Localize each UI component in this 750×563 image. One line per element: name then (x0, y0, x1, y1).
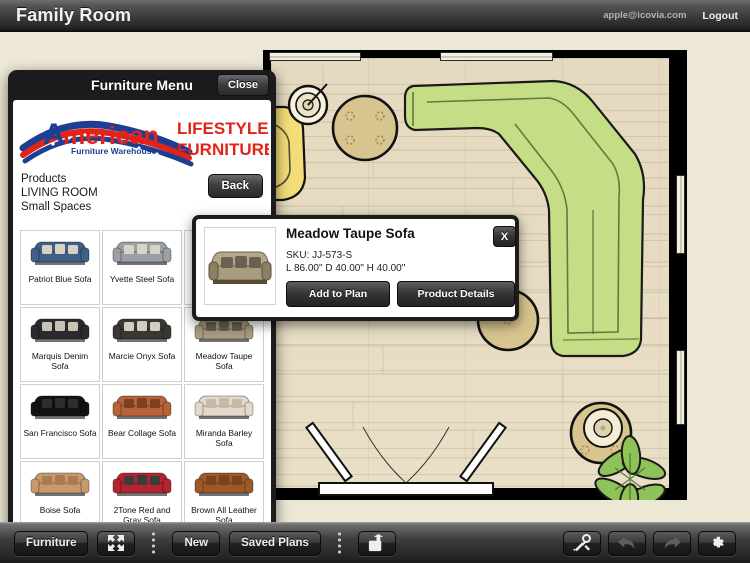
product-sku: SKU: JJ-573-S (286, 250, 353, 261)
gear-icon (708, 534, 726, 552)
expand-arrows-icon (106, 533, 126, 553)
settings-button[interactable] (698, 530, 736, 556)
product-detail-thumbnail (204, 227, 276, 305)
product-name-label: Yvette Steel Sofa (109, 274, 175, 284)
breadcrumb-line-3: Small Spaces (21, 201, 92, 213)
close-menu-button[interactable]: Close (217, 74, 269, 96)
product-cell[interactable]: Bear Collage Sofa (102, 384, 182, 459)
product-cell[interactable]: Miranda Barley Sofa (184, 384, 264, 459)
product-thumbnail (29, 467, 91, 501)
furniture-button[interactable]: Furniture (14, 530, 89, 556)
product-detail-actions: Add to Plan Product Details (286, 281, 515, 307)
brand-subtitle: Furniture Warehouse (71, 146, 156, 156)
user-email-label: apple@icovia.com (603, 10, 687, 21)
product-name-label: San Francisco Sofa (23, 428, 97, 438)
toolbar-separator (337, 530, 341, 556)
brand-tagline-2: FURNITURE (177, 140, 269, 159)
round-coffee-table (331, 94, 399, 162)
toolbar-button-label: Saved Plans (241, 537, 309, 549)
product-name-label: Meadow Taupe Sofa (195, 351, 253, 371)
header-right-group: apple@icovia.com Logout (603, 10, 738, 22)
fullscreen-button[interactable] (97, 530, 136, 556)
toolbar-separator (152, 530, 156, 556)
add-to-plan-button[interactable]: Add to Plan (286, 281, 390, 307)
tools-icon (572, 533, 592, 553)
product-thumbnail (193, 467, 255, 501)
new-plan-button[interactable]: New (172, 530, 221, 556)
product-dimensions: L 86.00" D 40.00" H 40.00" (286, 263, 406, 274)
toolbar-left-group: Furniture New Saved Plans (14, 530, 396, 556)
product-thumbnail (29, 390, 91, 424)
product-thumbnail (29, 236, 91, 270)
product-cell[interactable]: Marquis Denim Sofa (20, 307, 100, 382)
app-root: Family Room apple@icovia.com Logout Furn… (0, 0, 750, 563)
product-name-label: Marcie Onyx Sofa (108, 351, 176, 361)
toolbar-right-group (563, 530, 736, 556)
undo-button (608, 530, 646, 556)
product-name-label: Boise Sofa (39, 505, 81, 515)
top-header-bar: Family Room apple@icovia.com Logout (0, 0, 750, 32)
product-name-label: Patriot Blue Sofa (28, 274, 92, 284)
undo-icon (616, 534, 638, 552)
product-name-label: Bear Collage Sofa (108, 428, 176, 438)
furniture-menu-title: Furniture Menu (91, 77, 193, 93)
saved-plans-button[interactable]: Saved Plans (229, 530, 321, 556)
product-cell[interactable]: Patriot Blue Sofa (20, 230, 100, 305)
breadcrumb: Products LIVING ROOM Small Spaces Back (13, 172, 271, 214)
product-details-button[interactable]: Product Details (397, 281, 515, 307)
close-detail-button[interactable]: X (493, 226, 516, 247)
product-thumbnail (111, 390, 173, 424)
share-button[interactable] (357, 530, 396, 556)
product-detail-inner: Meadow Taupe Sofa SKU: JJ-573-S L 86.00"… (196, 219, 516, 317)
product-cell[interactable]: San Francisco Sofa (20, 384, 100, 459)
brand-initial: A (43, 118, 65, 151)
product-thumbnail (29, 313, 91, 347)
tools-button[interactable] (563, 530, 601, 556)
brand-logo: A merican Furniture Warehouse LIFESTYLE … (13, 100, 271, 172)
logout-link[interactable]: Logout (702, 10, 738, 22)
product-name-label: Marquis Denim Sofa (31, 351, 89, 371)
back-button[interactable]: Back (207, 174, 263, 198)
toolbar-button-label: New (184, 537, 209, 549)
round-lamp-table-top-left (287, 83, 329, 126)
product-cell[interactable]: Yvette Steel Sofa (102, 230, 182, 305)
product-detail-title: Meadow Taupe Sofa (286, 226, 415, 241)
furniture-menu-header: Furniture Menu Close (8, 70, 276, 100)
brand-tagline-1: LIFESTYLE (177, 119, 269, 138)
redo-icon (661, 534, 683, 552)
product-detail-info: Meadow Taupe Sofa SKU: JJ-573-S L 86.00"… (276, 219, 523, 317)
product-name-label: Miranda Barley Sofa (195, 428, 253, 448)
product-cell[interactable]: Marcie Onyx Sofa (102, 307, 182, 382)
product-thumbnail (193, 390, 255, 424)
product-detail-popup: Meadow Taupe Sofa SKU: JJ-573-S L 86.00"… (192, 215, 519, 321)
double-door-bottom (304, 421, 508, 496)
toolbar-button-label: Furniture (26, 537, 77, 549)
floor-plan-canvas[interactable]: Furniture Menu Close A merican Furniture… (0, 32, 750, 546)
product-thumbnail (111, 313, 173, 347)
redo-button (653, 530, 691, 556)
bottom-toolbar: Furniture New Saved Plans (0, 522, 750, 563)
product-thumbnail (111, 467, 173, 501)
product-thumbnail (111, 236, 173, 270)
share-icon (367, 533, 386, 553)
page-title: Family Room (16, 5, 132, 25)
